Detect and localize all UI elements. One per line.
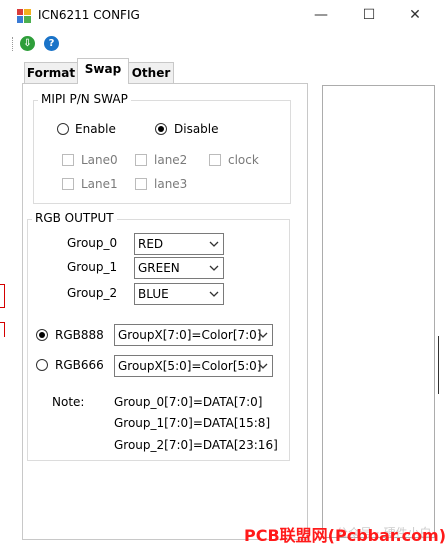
toolbar-grip [12, 37, 15, 51]
edge-mark-left-1 [0, 284, 5, 308]
chevron-down-icon [258, 363, 268, 369]
group1-value: GREEN [138, 261, 180, 275]
lane3-checkbox[interactable] [135, 178, 147, 190]
note-line-0: Group_0[7:0]=DATA[7:0] [114, 395, 263, 409]
rgb888-select[interactable]: GroupX[7:0]=Color[7:0] [114, 324, 273, 346]
lane1-label: Lane1 [81, 177, 118, 191]
clock-label: clock [228, 153, 259, 167]
watermark-logo: PCB联盟网(Pcbbar.com) [244, 526, 446, 545]
group2-label: Group_2 [67, 286, 118, 300]
note-line-1: Group_1[7:0]=DATA[15:8] [114, 416, 271, 430]
lane0-checkbox[interactable] [62, 154, 74, 166]
group0-value: RED [138, 237, 164, 251]
disable-radio[interactable] [155, 123, 167, 135]
chevron-down-icon [209, 265, 219, 271]
output-listbox[interactable] [322, 85, 435, 538]
chevron-down-icon [209, 241, 219, 247]
rgb666-value: GroupX[5:0]=Color[5:0] [118, 359, 262, 373]
tab-other[interactable]: Other [128, 62, 174, 83]
enable-radio[interactable] [57, 123, 69, 135]
lane2-checkbox[interactable] [135, 154, 147, 166]
edge-mark-right [438, 336, 445, 394]
rgb888-label: RGB888 [55, 328, 104, 342]
lane3-label: lane3 [154, 177, 188, 191]
rgb888-radio[interactable] [36, 329, 48, 341]
mipi-swap-title: MIPI P/N SWAP [38, 92, 131, 106]
note-line-2: Group_2[7:0]=DATA[23:16] [114, 438, 278, 452]
lane0-label: Lane0 [81, 153, 118, 167]
group0-label: Group_0 [67, 236, 118, 250]
close-button[interactable]: ✕ [392, 0, 438, 32]
maximize-button[interactable]: ☐ [346, 0, 392, 32]
rgb888-value: GroupX[7:0]=Color[7:0] [118, 328, 262, 342]
tab-format[interactable]: Format [24, 62, 78, 83]
window-title: ICN6211 CONFIG [38, 8, 140, 22]
rgb666-label: RGB666 [55, 358, 104, 372]
chevron-down-icon [209, 291, 219, 297]
help-icon[interactable]: ? [44, 36, 59, 51]
rgb-output-title: RGB OUTPUT [32, 211, 117, 225]
enable-label: Enable [75, 122, 116, 136]
chevron-down-icon [258, 332, 268, 338]
note-label: Note: [52, 395, 85, 409]
app-icon [17, 9, 31, 23]
group2-select[interactable]: BLUE [134, 283, 224, 305]
disable-label: Disable [174, 122, 219, 136]
clock-checkbox[interactable] [209, 154, 221, 166]
lane2-label: lane2 [154, 153, 188, 167]
group1-select[interactable]: GREEN [134, 257, 224, 279]
group1-label: Group_1 [67, 260, 118, 274]
minimize-button[interactable]: — [298, 0, 344, 32]
tab-swap[interactable]: Swap [77, 58, 129, 84]
group0-select[interactable]: RED [134, 233, 224, 255]
rgb666-radio[interactable] [36, 359, 48, 371]
edge-mark-left-2 [0, 322, 5, 337]
lane1-checkbox[interactable] [62, 178, 74, 190]
download-icon[interactable]: ⇩ [20, 36, 35, 51]
group2-value: BLUE [138, 287, 169, 301]
rgb666-select[interactable]: GroupX[5:0]=Color[5:0] [114, 355, 273, 377]
